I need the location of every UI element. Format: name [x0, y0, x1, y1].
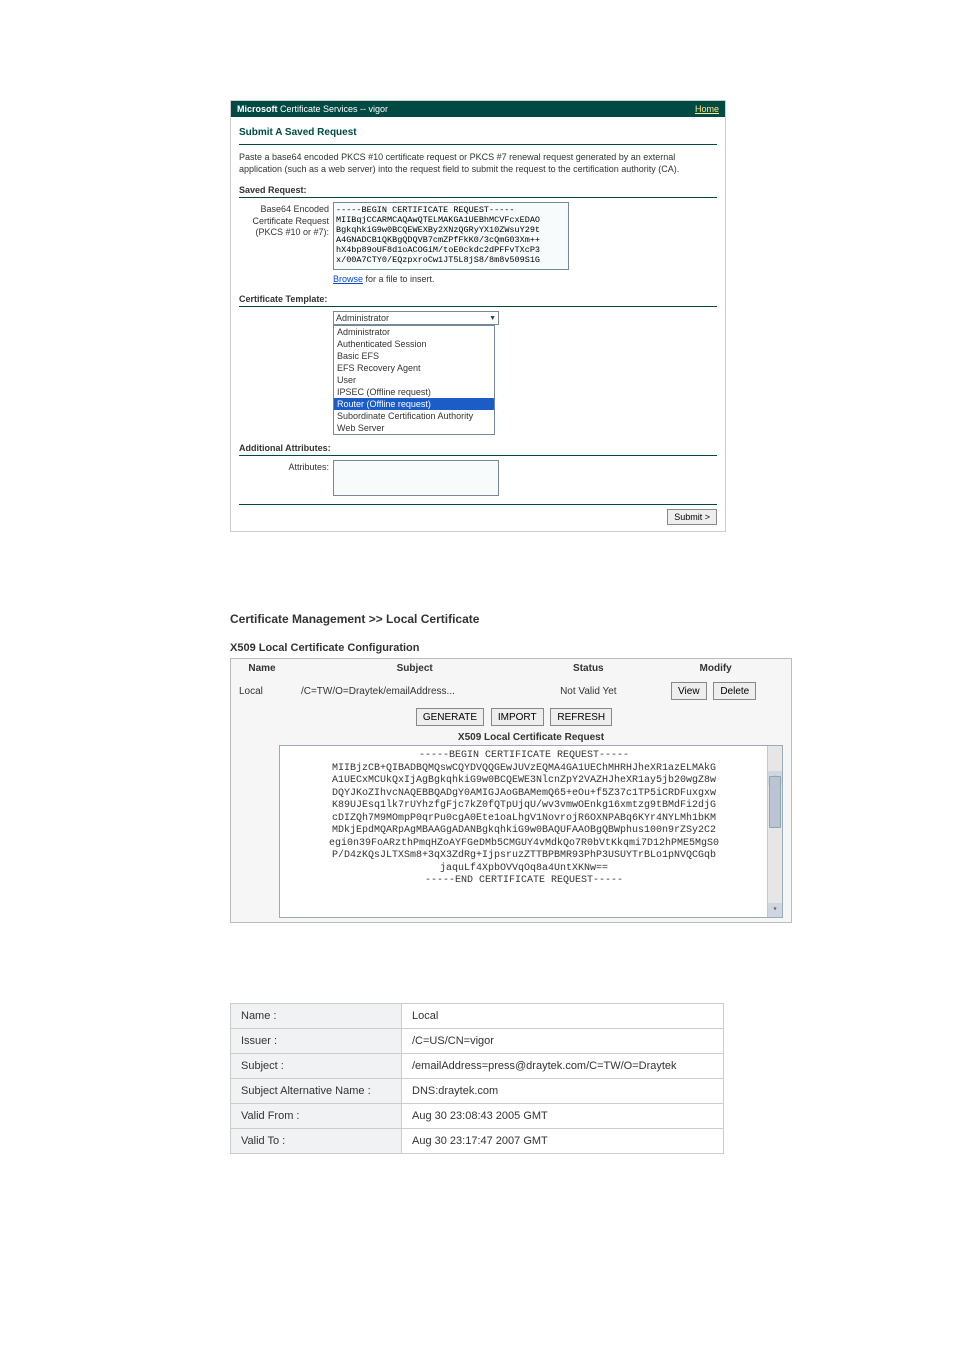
cell-subject: /C=TW/O=Draytek/emailAddress...	[293, 678, 536, 704]
scroll-thumb[interactable]	[769, 776, 781, 828]
submit-button[interactable]: Submit >	[667, 509, 717, 525]
detail-key: Issuer :	[231, 1028, 402, 1053]
col-subject: Subject	[293, 659, 536, 678]
detail-value: Aug 30 23:08:43 2005 GMT	[402, 1103, 724, 1128]
local-cert-table: Name Subject Status Modify Local /C=TW/O…	[230, 658, 792, 923]
detail-row: Valid From :Aug 30 23:08:43 2005 GMT	[231, 1103, 724, 1128]
generate-button[interactable]: GENERATE	[416, 708, 484, 726]
x509-request-title: X509 Local Certificate Request	[279, 732, 783, 743]
detail-row: Issuer :/C=US/CN=vigor	[231, 1028, 724, 1053]
template-option[interactable]: Administrator	[334, 326, 494, 338]
additional-attributes-label: Additional Attributes:	[239, 443, 717, 453]
detail-key: Valid To :	[231, 1128, 402, 1153]
detail-row: Name :Local	[231, 1003, 724, 1028]
cert-management-title: Certificate Management >> Local Certific…	[230, 612, 724, 626]
detail-row: Subject Alternative Name :DNS:draytek.co…	[231, 1078, 724, 1103]
attributes-label: Attributes:	[239, 460, 329, 473]
template-option[interactable]: Router (Offline request)	[334, 398, 494, 410]
detail-value: Local	[402, 1003, 724, 1028]
detail-row: Subject :/emailAddress=press@draytek.com…	[231, 1053, 724, 1078]
scrollbar[interactable]: ▴ ▾	[767, 746, 782, 917]
detail-value: Aug 30 23:17:47 2007 GMT	[402, 1128, 724, 1153]
template-option[interactable]: User	[334, 374, 494, 386]
cell-modify: View Delete	[640, 678, 791, 704]
import-button[interactable]: IMPORT	[491, 708, 544, 726]
template-select[interactable]: Administrator ▼	[333, 311, 499, 325]
certificate-request-textarea[interactable]: -----BEGIN CERTIFICATE REQUEST----- MIIB…	[333, 202, 569, 270]
attributes-textarea[interactable]	[333, 460, 499, 496]
col-modify: Modify	[640, 659, 791, 678]
ms-cert-services-panel: Microsoft Certificate Services -- vigor …	[230, 100, 726, 532]
template-option[interactable]: Web Server	[334, 422, 494, 434]
col-status: Status	[536, 659, 640, 678]
detail-key: Valid From :	[231, 1103, 402, 1128]
home-link[interactable]: Home	[695, 104, 719, 114]
view-button[interactable]: View	[671, 682, 707, 700]
browse-after-text: for a file to insert.	[363, 274, 435, 284]
x509-request-textarea[interactable]: -----BEGIN CERTIFICATE REQUEST----- MIIB…	[279, 745, 783, 918]
scroll-down-icon[interactable]: ▾	[768, 903, 782, 917]
template-option[interactable]: EFS Recovery Agent	[334, 362, 494, 374]
detail-value: /emailAddress=press@draytek.com/C=TW/O=D…	[402, 1053, 724, 1078]
browse-link[interactable]: Browse	[333, 274, 363, 284]
certificate-template-label: Certificate Template:	[239, 294, 717, 304]
detail-key: Name :	[231, 1003, 402, 1028]
page-title: Submit A Saved Request	[239, 127, 717, 138]
chevron-down-icon: ▼	[489, 315, 496, 322]
template-dropdown-list: AdministratorAuthenticated SessionBasic …	[333, 325, 495, 435]
delete-button[interactable]: Delete	[713, 682, 756, 700]
template-option[interactable]: Authenticated Session	[334, 338, 494, 350]
template-selected-value: Administrator	[336, 313, 389, 323]
table-row: Local /C=TW/O=Draytek/emailAddress... No…	[231, 678, 791, 704]
template-option[interactable]: Basic EFS	[334, 350, 494, 362]
ms-brand: Microsoft Certificate Services -- vigor	[237, 104, 388, 114]
detail-value: DNS:draytek.com	[402, 1078, 724, 1103]
saved-request-label: Saved Request:	[239, 185, 717, 195]
detail-key: Subject Alternative Name :	[231, 1078, 402, 1103]
cell-status: Not Valid Yet	[536, 678, 640, 704]
refresh-button[interactable]: REFRESH	[550, 708, 612, 726]
col-name: Name	[231, 659, 293, 678]
detail-row: Valid To :Aug 30 23:17:47 2007 GMT	[231, 1128, 724, 1153]
certificate-detail-table: Name :LocalIssuer :/C=US/CN=vigorSubject…	[230, 1003, 724, 1154]
cell-name: Local	[231, 678, 293, 704]
ms-header: Microsoft Certificate Services -- vigor …	[231, 101, 725, 117]
x509-config-subtitle: X509 Local Certificate Configuration	[230, 642, 724, 654]
detail-key: Subject :	[231, 1053, 402, 1078]
page-description: Paste a base64 encoded PKCS #10 certific…	[239, 151, 717, 175]
base64-label: Base64 Encoded Certificate Request (PKCS…	[239, 202, 329, 238]
table-header-row: Name Subject Status Modify	[231, 659, 791, 678]
template-option[interactable]: IPSEC (Offline request)	[334, 386, 494, 398]
template-option[interactable]: Subordinate Certification Authority	[334, 410, 494, 422]
detail-value: /C=US/CN=vigor	[402, 1028, 724, 1053]
